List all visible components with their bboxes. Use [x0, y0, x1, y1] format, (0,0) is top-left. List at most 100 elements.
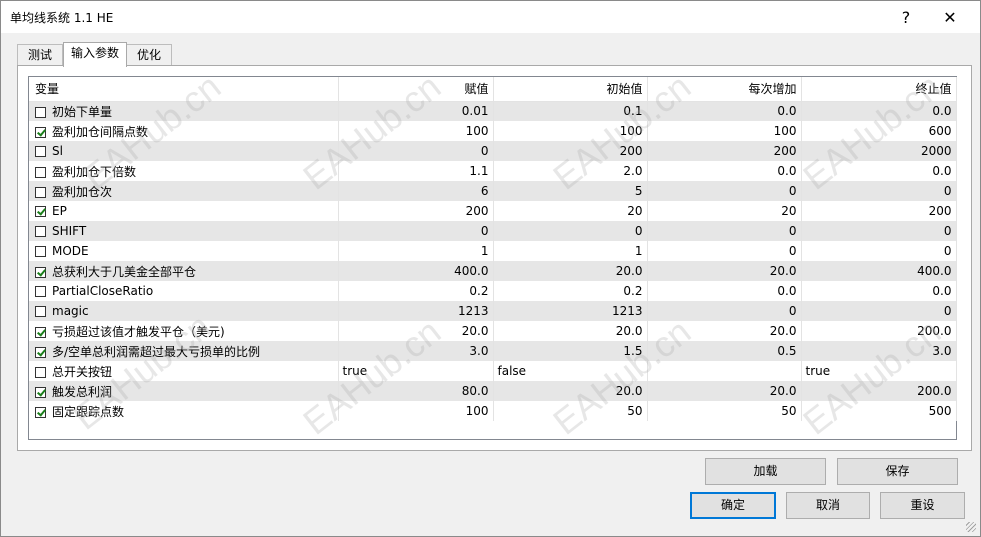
stop-cell[interactable]: 0.0	[801, 101, 957, 121]
reset-button[interactable]: 重设	[880, 492, 965, 519]
checkbox-unchecked-icon[interactable]	[35, 106, 46, 118]
tab-optimization[interactable]: 优化	[126, 44, 172, 66]
start-cell[interactable]: 5	[493, 181, 648, 201]
table-row[interactable]: Sl 0 200 200 2000	[29, 141, 957, 161]
step-cell[interactable]: 0	[647, 301, 802, 321]
value-cell[interactable]: 1213	[338, 301, 494, 321]
checkbox-unchecked-icon[interactable]	[35, 366, 46, 378]
stop-cell[interactable]: 0.0	[801, 161, 957, 181]
value-cell[interactable]: 200	[338, 201, 494, 221]
checkbox-checked-icon[interactable]	[35, 386, 46, 398]
ok-button[interactable]: 确定	[690, 492, 776, 519]
table-row[interactable]: 固定跟踪点数 100 50 50 500	[29, 401, 957, 421]
table-row[interactable]: 亏损超过该值才触发平仓（美元) 20.0 20.0 20.0 200.0	[29, 321, 957, 341]
stop-cell[interactable]: 400.0	[801, 261, 957, 281]
step-cell[interactable]: 20.0	[647, 261, 802, 281]
close-button[interactable]: ✕	[928, 1, 972, 33]
checkbox-checked-icon[interactable]	[35, 406, 46, 418]
table-row[interactable]: EP 200 20 20 200	[29, 201, 957, 221]
step-cell[interactable]: 0	[647, 181, 802, 201]
table-row[interactable]: magic 1213 1213 0 0	[29, 301, 957, 321]
step-cell[interactable]: 0.5	[647, 341, 802, 361]
table-row[interactable]: SHIFT 0 0 0 0	[29, 221, 957, 241]
value-cell[interactable]: 6	[338, 181, 494, 201]
stop-cell[interactable]: 600	[801, 121, 957, 141]
stop-cell[interactable]: 3.0	[801, 341, 957, 361]
checkbox-unchecked-icon[interactable]	[35, 246, 46, 257]
column-header-stop[interactable]: 终止值	[801, 77, 957, 102]
checkbox-unchecked-icon[interactable]	[35, 166, 46, 178]
column-header-step[interactable]: 每次增加	[647, 77, 802, 102]
checkbox-unchecked-icon[interactable]	[35, 286, 46, 297]
table-row[interactable]: PartialCloseRatio 0.2 0.2 0.0 0.0	[29, 281, 957, 301]
checkbox-checked-icon[interactable]	[35, 266, 46, 278]
start-cell[interactable]: 100	[493, 121, 648, 141]
step-cell[interactable]: 0	[647, 221, 802, 241]
tab-inputs[interactable]: 输入参数	[63, 42, 127, 67]
stop-cell[interactable]: 0	[801, 221, 957, 241]
stop-cell[interactable]: 200	[801, 201, 957, 221]
start-cell[interactable]: 20.0	[493, 381, 648, 401]
value-cell[interactable]: 400.0	[338, 261, 494, 281]
step-cell[interactable]	[647, 361, 802, 381]
table-row[interactable]: MODE 1 1 0 0	[29, 241, 957, 261]
start-cell[interactable]: 2.0	[493, 161, 648, 181]
table-row[interactable]: 盈利加仓间隔点数 100 100 100 600	[29, 121, 957, 141]
step-cell[interactable]: 100	[647, 121, 802, 141]
save-button[interactable]: 保存	[837, 458, 958, 485]
start-cell[interactable]: 0.1	[493, 101, 648, 121]
step-cell[interactable]: 0.0	[647, 281, 802, 301]
value-cell[interactable]: 0.01	[338, 101, 494, 121]
value-cell[interactable]: 0	[338, 221, 494, 241]
table-row[interactable]: 盈利加仓下倍数 1.1 2.0 0.0 0.0	[29, 161, 957, 181]
step-cell[interactable]: 50	[647, 401, 802, 421]
value-cell[interactable]: 0	[338, 141, 494, 161]
value-cell[interactable]: 100	[338, 401, 494, 421]
value-cell[interactable]: 100	[338, 121, 494, 141]
tab-test[interactable]: 测试	[17, 44, 63, 66]
start-cell[interactable]: 20.0	[493, 261, 648, 281]
column-header-start[interactable]: 初始值	[493, 77, 648, 102]
stop-cell[interactable]: 0.0	[801, 281, 957, 301]
stop-cell[interactable]: true	[801, 361, 957, 381]
checkbox-checked-icon[interactable]	[35, 206, 46, 217]
checkbox-unchecked-icon[interactable]	[35, 306, 46, 317]
step-cell[interactable]: 0.0	[647, 161, 802, 181]
checkbox-unchecked-icon[interactable]	[35, 226, 46, 237]
start-cell[interactable]: 1	[493, 241, 648, 261]
step-cell[interactable]: 20.0	[647, 321, 802, 341]
start-cell[interactable]: false	[493, 361, 648, 381]
value-cell[interactable]: true	[338, 361, 494, 381]
column-header-value[interactable]: 赋值	[338, 77, 494, 102]
stop-cell[interactable]: 200.0	[801, 381, 957, 401]
start-cell[interactable]: 0.2	[493, 281, 648, 301]
stop-cell[interactable]: 0	[801, 301, 957, 321]
step-cell[interactable]: 20	[647, 201, 802, 221]
step-cell[interactable]: 0	[647, 241, 802, 261]
checkbox-checked-icon[interactable]	[35, 126, 46, 138]
checkbox-unchecked-icon[interactable]	[35, 146, 46, 157]
cancel-button[interactable]: 取消	[786, 492, 870, 519]
start-cell[interactable]: 1.5	[493, 341, 648, 361]
stop-cell[interactable]: 0	[801, 181, 957, 201]
value-cell[interactable]: 20.0	[338, 321, 494, 341]
value-cell[interactable]: 3.0	[338, 341, 494, 361]
stop-cell[interactable]: 500	[801, 401, 957, 421]
step-cell[interactable]: 0.0	[647, 101, 802, 121]
value-cell[interactable]: 1.1	[338, 161, 494, 181]
start-cell[interactable]: 50	[493, 401, 648, 421]
start-cell[interactable]: 1213	[493, 301, 648, 321]
start-cell[interactable]: 200	[493, 141, 648, 161]
column-header-variable[interactable]: 变量	[29, 77, 339, 102]
stop-cell[interactable]: 0	[801, 241, 957, 261]
step-cell[interactable]: 20.0	[647, 381, 802, 401]
table-row[interactable]: 触发总利润 80.0 20.0 20.0 200.0	[29, 381, 957, 401]
resize-grip-icon[interactable]	[966, 522, 976, 532]
stop-cell[interactable]: 2000	[801, 141, 957, 161]
value-cell[interactable]: 1	[338, 241, 494, 261]
start-cell[interactable]: 20	[493, 201, 648, 221]
table-row[interactable]: 总开关按钮 true false true	[29, 361, 957, 381]
table-row[interactable]: 盈利加仓次 6 5 0 0	[29, 181, 957, 201]
help-button[interactable]: ?	[884, 1, 928, 33]
value-cell[interactable]: 0.2	[338, 281, 494, 301]
